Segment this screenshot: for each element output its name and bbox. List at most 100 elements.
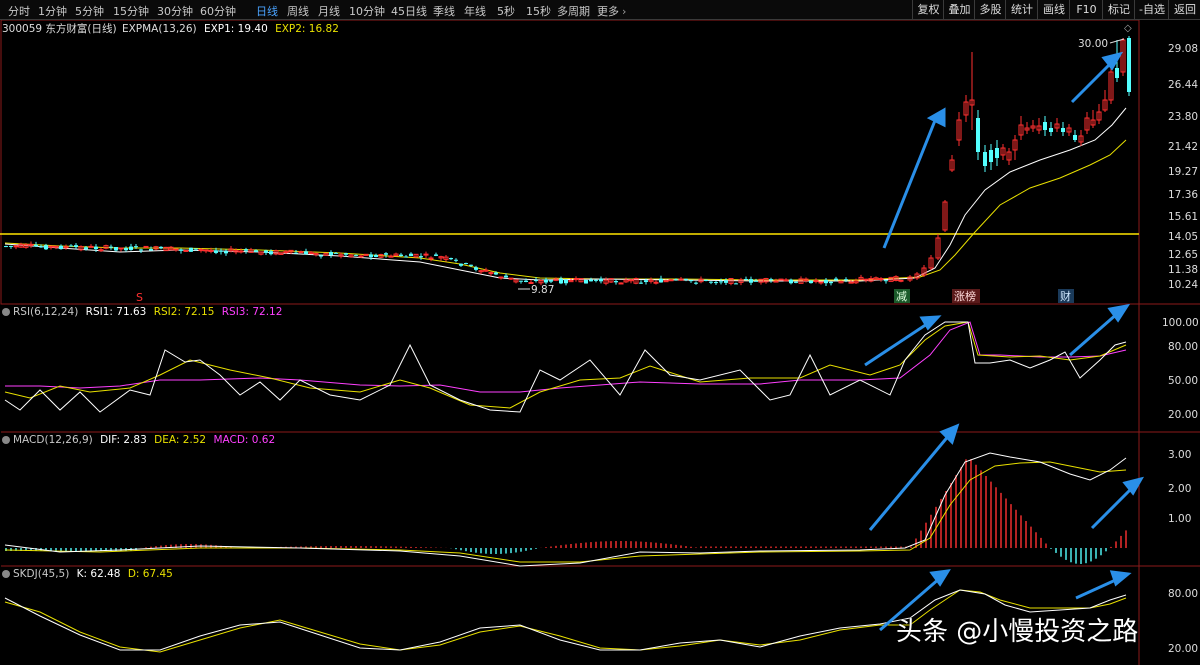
candle	[983, 152, 987, 166]
tab-10min[interactable]: 10分钟	[349, 3, 385, 19]
mark-button[interactable]: 标记	[1102, 0, 1135, 19]
candle	[428, 257, 434, 260]
tab-45day[interactable]: 45日线	[391, 3, 427, 19]
tab-30min[interactable]: 30分钟	[157, 3, 193, 19]
candle	[976, 118, 980, 152]
candle	[1115, 68, 1119, 78]
low-price-marker: 9.87	[531, 284, 554, 296]
watchlist-button[interactable]: -自选	[1134, 0, 1169, 19]
tab-multi-period[interactable]: 多周期	[557, 3, 590, 19]
skdj-indicator-name[interactable]: SKDJ(45,5)	[13, 568, 69, 580]
candle	[564, 279, 568, 284]
candle	[84, 247, 88, 250]
tab-yearly[interactable]: 年线	[464, 3, 486, 19]
tab-daily[interactable]: 日线	[256, 3, 278, 19]
candle	[74, 245, 78, 247]
candle	[749, 279, 753, 283]
settings-circle-icon[interactable]	[2, 308, 10, 316]
price-label: 14.05	[1168, 231, 1198, 243]
tab-1min[interactable]: 1分钟	[38, 3, 67, 19]
tab-quarterly[interactable]: 季线	[433, 3, 455, 19]
k-value: K: 62.48	[76, 568, 121, 580]
tab-60min[interactable]: 60分钟	[200, 3, 236, 19]
tab-monthly[interactable]: 月线	[318, 3, 340, 19]
candle	[848, 281, 854, 284]
candle	[434, 254, 438, 256]
rsi1-value: RSI1: 71.63	[85, 306, 147, 318]
candle	[1049, 128, 1053, 132]
candle	[674, 279, 678, 281]
candle	[614, 281, 618, 283]
stock-title[interactable]: 300059 东方财富(日线)	[2, 23, 117, 35]
expma-indicator-name[interactable]: EXPMA(13,26)	[122, 23, 197, 35]
candle	[109, 246, 113, 248]
tab-5min[interactable]: 5分钟	[75, 3, 104, 19]
rsi-label: 50.00	[1168, 375, 1198, 387]
candle	[898, 279, 904, 282]
candle	[409, 253, 413, 257]
candle	[884, 280, 888, 282]
skdj-panel-header: SKDJ(45,5) K: 62.48 D: 67.45	[2, 568, 173, 580]
candle	[878, 278, 884, 281]
candle	[589, 279, 593, 282]
overlay-button[interactable]: 叠加	[943, 0, 975, 19]
price-label: 11.38	[1168, 264, 1198, 276]
candle	[143, 245, 149, 248]
candle	[183, 249, 189, 252]
candle	[304, 251, 308, 255]
candle	[94, 246, 98, 250]
tab-5sec[interactable]: 5秒	[497, 3, 515, 19]
candle	[794, 281, 798, 283]
draw-line-button[interactable]: 画线	[1037, 0, 1070, 19]
candle	[773, 280, 779, 283]
settings-circle-icon[interactable]	[2, 436, 10, 444]
d-value: D: 67.45	[127, 568, 173, 580]
candle	[294, 252, 298, 254]
candle	[238, 250, 244, 253]
candle	[809, 280, 813, 284]
chevron-right-icon: ›	[622, 5, 627, 18]
candle	[88, 245, 94, 248]
more-label: 更多	[597, 5, 619, 18]
candle	[198, 249, 204, 252]
tab-weekly[interactable]: 周线	[287, 3, 309, 19]
price-label: 23.80	[1168, 111, 1198, 123]
candle	[454, 259, 458, 261]
candle	[1061, 128, 1065, 132]
candle	[659, 278, 663, 283]
candle	[319, 255, 323, 257]
tab-timeshare[interactable]: 分时	[8, 3, 30, 19]
stats-button[interactable]: 统计	[1005, 0, 1038, 19]
f10-button[interactable]: F10	[1069, 0, 1103, 19]
tab-15sec[interactable]: 15秒	[526, 3, 551, 19]
back-button[interactable]: 返回	[1168, 0, 1200, 19]
settings-circle-icon[interactable]	[2, 570, 10, 578]
tab-more[interactable]: 更多 ›	[597, 3, 626, 19]
price-axis: 29.08 26.44 23.80 21.42 19.27 17.36 15.6…	[1168, 43, 1198, 291]
rsi2-value: RSI2: 72.15	[153, 306, 215, 318]
rsi-indicator-name[interactable]: RSI(6,12,24)	[13, 306, 78, 318]
candle	[829, 281, 833, 284]
candle	[519, 280, 523, 282]
annotation-arrows	[864, 51, 1145, 632]
skdj-axis: 80.00 20.00	[1168, 588, 1198, 655]
adjust-button[interactable]: 复权	[912, 0, 944, 19]
candle	[474, 267, 478, 270]
candle	[1043, 122, 1047, 130]
candle	[573, 278, 579, 281]
kline-chart[interactable]: 30.00 9.87 ◇ S 减 涨榜 财 29.08 26.44 23.80 …	[0, 20, 1200, 665]
exp1-line	[4, 107, 1127, 282]
candle	[269, 251, 273, 255]
candle	[844, 279, 848, 281]
dea-value: DEA: 2.52	[154, 434, 207, 446]
event-tag-finance-label: 财	[1060, 289, 1071, 303]
candle	[224, 251, 228, 254]
candle	[139, 249, 143, 251]
candle	[208, 249, 214, 252]
event-tag-limitup-label: 涨榜	[954, 289, 976, 303]
multi-stock-button[interactable]: 多股	[974, 0, 1006, 19]
candle	[419, 256, 423, 258]
candlesticks	[4, 36, 1131, 287]
macd-indicator-name[interactable]: MACD(12,26,9)	[13, 434, 93, 446]
tab-15min[interactable]: 15分钟	[113, 3, 149, 19]
